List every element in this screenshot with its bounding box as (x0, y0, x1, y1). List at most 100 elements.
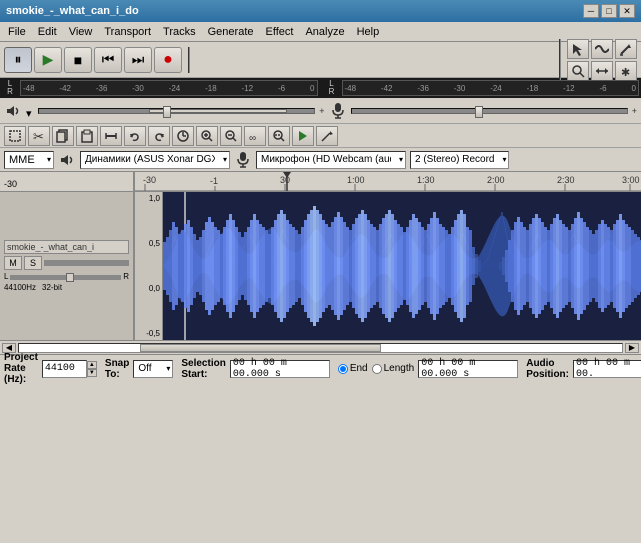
svg-text:2:30: 2:30 (557, 175, 575, 185)
scroll-right-button[interactable]: ▶ (625, 343, 639, 353)
draw-btn[interactable] (316, 126, 338, 146)
timeshift-tool[interactable] (591, 61, 613, 81)
end-radio[interactable] (338, 364, 348, 374)
zoom-fit-btn[interactable]: ∞ (244, 126, 266, 146)
length-radio[interactable] (372, 364, 382, 374)
end-length-group: End Length 00 h 00 m 00.000 s (338, 360, 518, 378)
select-all-btn[interactable] (4, 126, 26, 146)
input-meter-bar: L R -48 -42 -36 -30 -24 -18 -12 -6 0 L R… (0, 78, 641, 98)
maximize-button[interactable]: □ (601, 4, 617, 18)
api-arrow: ▾ (47, 155, 51, 164)
mic-icon (329, 102, 347, 120)
play-sel-btn[interactable] (292, 126, 314, 146)
device-bar: MME ▾ Динамики (ASUS Xonar DGX A ▾ Микро… (0, 148, 641, 172)
record-button[interactable]: ● (154, 47, 182, 73)
scrollbar-thumb[interactable] (140, 344, 381, 352)
envelope-tool[interactable] (591, 39, 613, 59)
length-radio-label[interactable]: Length (372, 363, 415, 374)
sync-btn[interactable] (172, 126, 194, 146)
stop-button[interactable]: ■ (64, 47, 92, 73)
paste-btn[interactable] (76, 126, 98, 146)
menu-view[interactable]: View (63, 24, 99, 40)
volume-icon[interactable] (4, 102, 22, 120)
meter-tick: -12 (242, 84, 254, 93)
input-icon (234, 152, 252, 168)
api-selector[interactable]: MME ▾ (4, 151, 54, 169)
volume-arrow[interactable]: ▾ (26, 107, 34, 115)
pause-icon: ⏸ (15, 51, 22, 68)
out-tick: -24 (490, 84, 502, 93)
solo-button[interactable]: S (24, 256, 42, 270)
redo-btn[interactable] (148, 126, 170, 146)
zoom-in-btn[interactable] (196, 126, 218, 146)
left-ruler: -30 (0, 172, 133, 192)
project-rate-control: 44100 ▲ ▼ (42, 360, 97, 378)
scroll-left-button[interactable]: ◀ (2, 343, 16, 353)
rate-up-btn[interactable]: ▲ (87, 361, 97, 369)
audio-position-value[interactable]: 00 h 00 m 00. (573, 360, 641, 378)
output-device-value: Динамики (ASUS Xonar DGX A (85, 154, 215, 165)
minimize-button[interactable]: ─ (583, 4, 599, 18)
out-tick: 0 (631, 84, 635, 93)
end-value[interactable]: 00 h 00 m 00.000 s (418, 360, 518, 378)
waveform-area[interactable]: 1,0 0,5 0,0 -0,5 // Will be gener (135, 192, 641, 340)
menu-transport[interactable]: Transport (98, 24, 157, 40)
pan-slider[interactable] (10, 275, 121, 280)
menu-generate[interactable]: Generate (202, 24, 260, 40)
out-tick: -36 (417, 84, 429, 93)
menu-analyze[interactable]: Analyze (299, 24, 350, 40)
out-tick: -12 (563, 84, 575, 93)
transport-controls: ⏸ ▶ ■ ⏮ ⏭ ● (4, 47, 190, 73)
next-button[interactable]: ⏭ (124, 47, 152, 73)
play-button[interactable]: ▶ (34, 47, 62, 73)
zoom-tool[interactable] (567, 61, 589, 81)
trim-btn[interactable]: ✂ (28, 126, 50, 146)
copy-btn[interactable] (52, 126, 74, 146)
menu-help[interactable]: Help (351, 24, 386, 40)
track-gain-slider[interactable] (44, 260, 129, 266)
menu-edit[interactable]: Edit (32, 24, 63, 40)
end-radio-label[interactable]: End (338, 363, 368, 374)
track-buttons: M S (4, 256, 129, 270)
channel-selector[interactable]: 2 (Stereo) Record ▾ (410, 151, 509, 169)
mute-button[interactable]: M (4, 256, 22, 270)
pause-button[interactable]: ⏸ (4, 47, 32, 73)
output-device-selector[interactable]: Динамики (ASUS Xonar DGX A ▾ (80, 151, 230, 169)
silence-btn[interactable] (100, 126, 122, 146)
prev-button[interactable]: ⏮ (94, 47, 122, 73)
play-icon: ▶ (43, 51, 54, 68)
right-channel-label: R (7, 88, 13, 96)
pan-thumb[interactable] (66, 273, 74, 282)
next-icon: ⏭ (132, 51, 145, 68)
pitch-slider[interactable] (351, 108, 628, 114)
out-tick: -30 (454, 84, 466, 93)
close-button[interactable]: ✕ (619, 4, 635, 18)
zoom-sel-btn[interactable] (268, 126, 290, 146)
bits-value: 32-bit (42, 283, 62, 292)
svg-text:∞: ∞ (249, 133, 256, 143)
meter-tick: -48 (23, 84, 35, 93)
audio-position-label: Audio Position: (526, 358, 569, 380)
track-label[interactable]: smokie_-_what_can_i (4, 240, 129, 254)
selection-start-value[interactable]: 00 h 00 m 00.000 s (230, 360, 330, 378)
undo-btn[interactable] (124, 126, 146, 146)
pitch-thumb[interactable] (475, 106, 483, 118)
svg-text:30: 30 (280, 175, 290, 185)
menu-tracks[interactable]: Tracks (157, 24, 202, 40)
scale-0.5: 0,5 (149, 239, 160, 248)
zoom-out-btn[interactable] (220, 126, 242, 146)
project-rate-value: 44100 (42, 360, 87, 378)
volume-slider[interactable] (38, 108, 315, 114)
input-device-selector[interactable]: Микрофон (HD Webcam (audi ▾ (256, 151, 406, 169)
select-tool[interactable] (567, 39, 589, 59)
project-rate-label: Project Rate (Hz): (4, 352, 38, 385)
scrollbar-track[interactable] (18, 343, 623, 353)
menu-effect[interactable]: Effect (260, 24, 300, 40)
rate-down-btn[interactable]: ▼ (87, 369, 97, 377)
menu-file[interactable]: File (2, 24, 32, 40)
multi-tool[interactable]: ✱ (615, 61, 637, 81)
draw-tool[interactable] (615, 39, 637, 59)
prev-icon: ⏮ (102, 51, 115, 68)
volume-thumb[interactable] (163, 106, 171, 118)
snap-to-selector[interactable]: Off ▾ (133, 360, 173, 378)
